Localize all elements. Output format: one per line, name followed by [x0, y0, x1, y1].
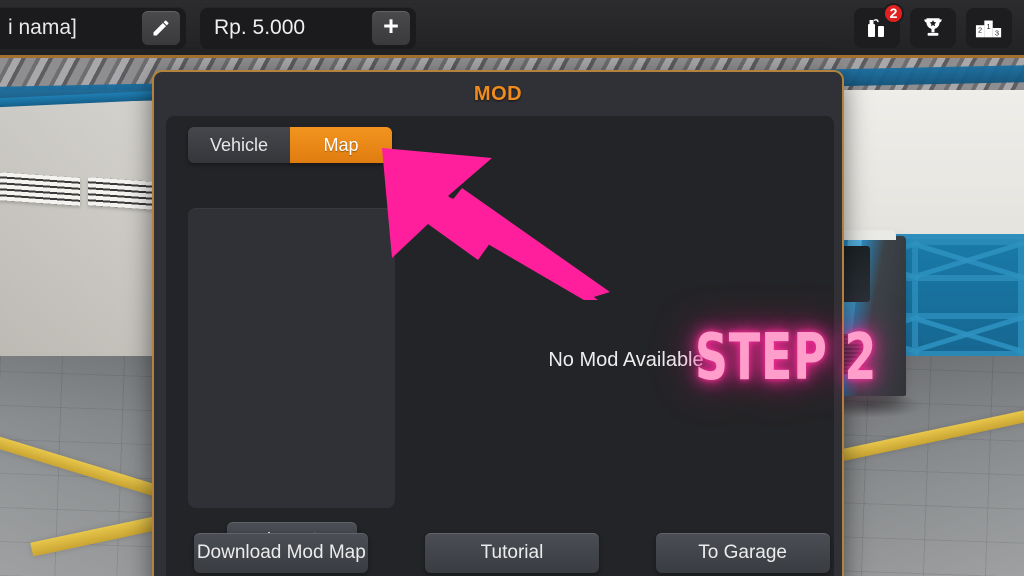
money-field[interactable]: Rp. 5.000 + — [200, 6, 416, 49]
dialog-footer: Download Mod Map Tutorial To Garage — [166, 522, 858, 576]
leaderboard-podium-icon: 2 1 3 — [975, 20, 1002, 37]
topbar-icon-group: 2 2 1 3 — [854, 2, 1012, 48]
player-name-field[interactable]: i nama] — [0, 6, 186, 49]
svg-text:3: 3 — [995, 28, 999, 37]
player-name-label: i nama] — [8, 15, 77, 39]
game-screen: i nama] Rp. 5.000 + 2 2 1 3 MOD Vehicle … — [0, 0, 1024, 576]
trophy-icon-button[interactable] — [910, 7, 956, 48]
svg-text:1: 1 — [986, 21, 990, 30]
add-money-button[interactable]: + — [372, 10, 410, 45]
mod-list-panel[interactable] — [188, 208, 395, 508]
pencil-icon[interactable] — [142, 10, 180, 45]
mod-tab-group: Vehicle Map — [188, 127, 392, 163]
svg-text:2: 2 — [978, 25, 982, 34]
plus-icon: + — [383, 10, 399, 41]
fuel-station-icon-button[interactable]: 2 — [854, 2, 904, 48]
step-annotation-label: STEP 2 — [694, 321, 878, 395]
mod-dialog: MOD Vehicle Map Import No Mod Available … — [152, 70, 876, 576]
tab-vehicle[interactable]: Vehicle — [188, 127, 290, 163]
money-value-label: Rp. 5.000 — [214, 15, 306, 39]
tab-map[interactable]: Map — [290, 127, 392, 163]
trophy-icon — [924, 17, 942, 36]
dialog-title: MOD — [473, 83, 523, 105]
top-status-bar: i nama] Rp. 5.000 + 2 2 1 3 — [0, 0, 1024, 58]
notification-badge: 2 — [883, 2, 904, 24]
download-mod-map-button[interactable]: Download Mod Map — [194, 533, 369, 573]
dialog-body: Vehicle Map Import No Mod Available STEP… — [166, 116, 876, 576]
leaderboard-podium-icon-button[interactable]: 2 1 3 — [966, 7, 1012, 48]
to-garage-button[interactable]: To Garage — [655, 533, 830, 573]
tutorial-button[interactable]: Tutorial — [424, 533, 599, 573]
